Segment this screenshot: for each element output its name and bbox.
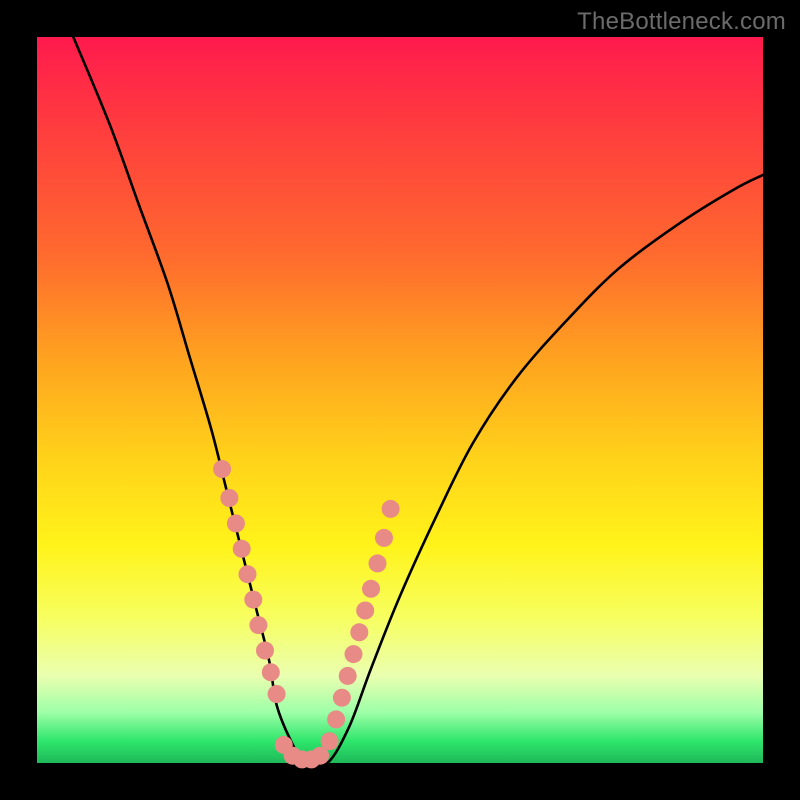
watermark-text: TheBottleneck.com	[577, 8, 786, 36]
marker-dot	[362, 580, 380, 598]
marker-dot	[327, 710, 345, 728]
marker-dot	[233, 540, 251, 558]
curve-layer	[37, 37, 763, 763]
marker-dot	[311, 747, 329, 765]
marker-dot	[239, 565, 257, 583]
marker-dot	[382, 500, 400, 518]
marker-dot	[262, 663, 280, 681]
marker-dot	[268, 685, 286, 703]
marker-dot	[333, 689, 351, 707]
plot-area	[37, 37, 763, 763]
marker-dot	[339, 667, 357, 685]
bottleneck-curve	[73, 37, 763, 767]
marker-dot	[220, 489, 238, 507]
marker-dot	[350, 623, 368, 641]
marker-dot	[345, 645, 363, 663]
highlight-markers	[213, 460, 400, 768]
marker-dot	[256, 642, 274, 660]
marker-dot	[375, 529, 393, 547]
marker-dot	[249, 616, 267, 634]
marker-dot	[244, 591, 262, 609]
marker-dot	[369, 554, 387, 572]
marker-dot	[227, 514, 245, 532]
marker-dot	[213, 460, 231, 478]
marker-dot	[356, 602, 374, 620]
chart-frame: TheBottleneck.com	[0, 0, 800, 800]
